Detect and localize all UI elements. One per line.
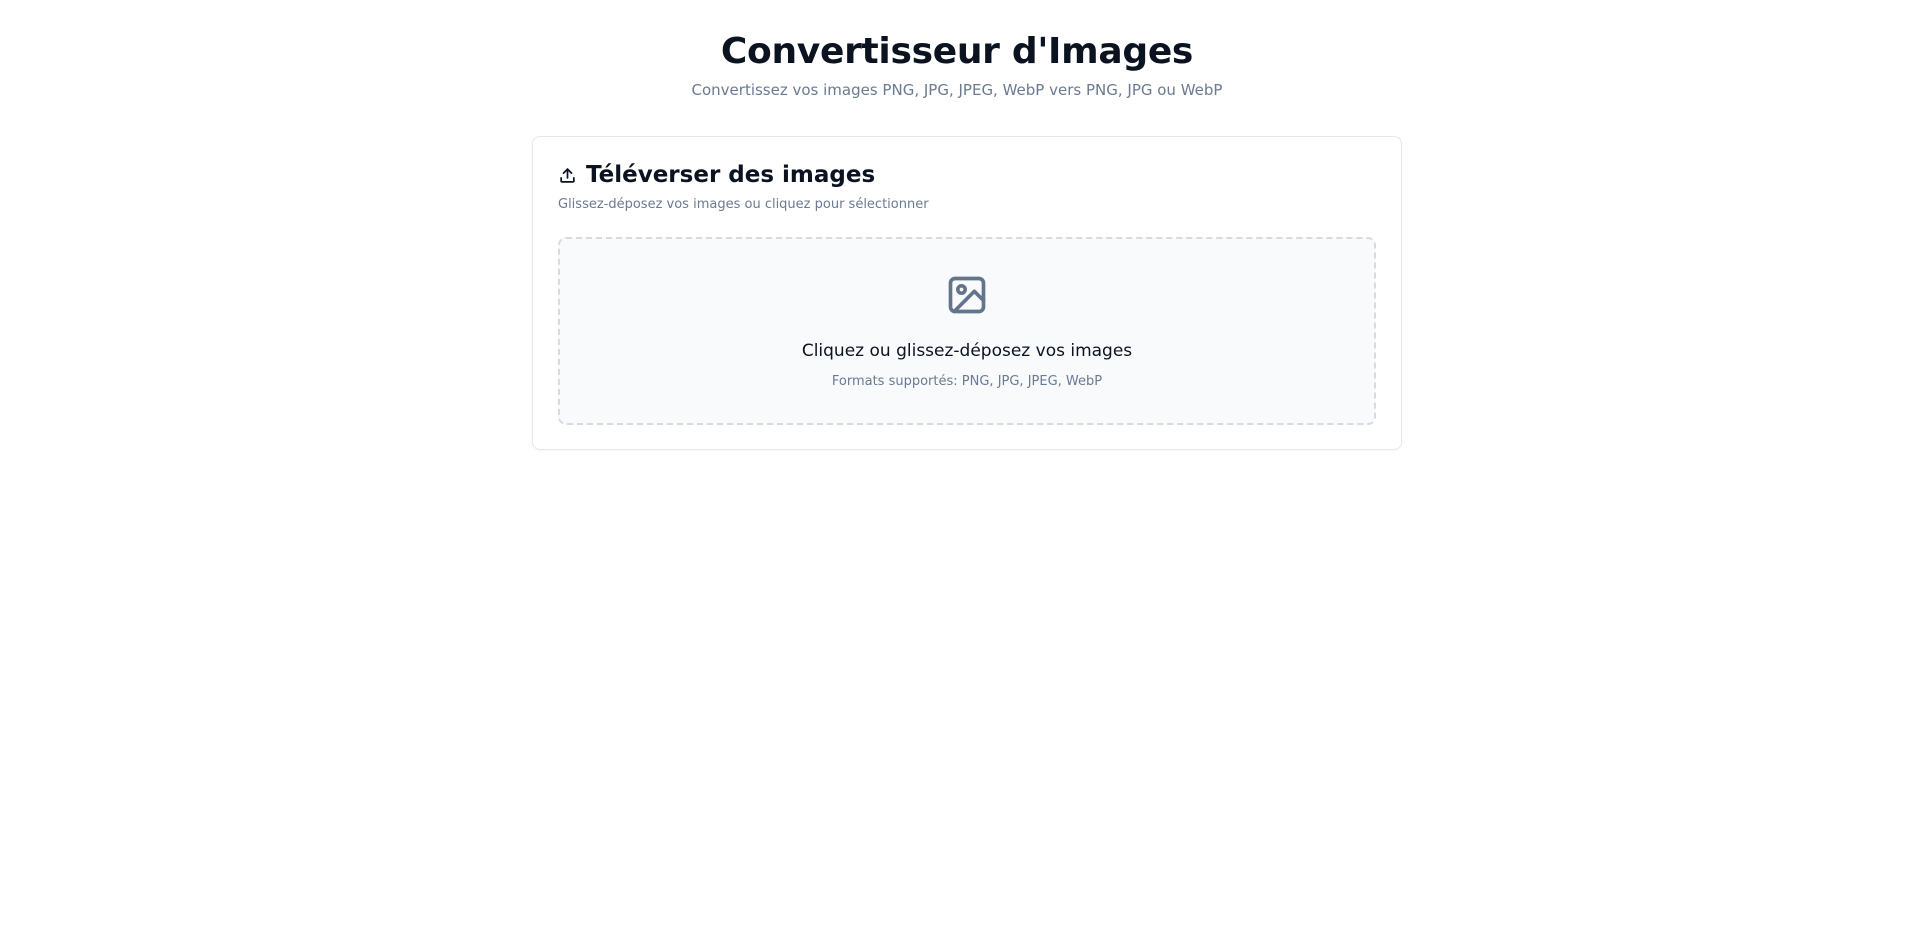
upload-card: Téléverser des images Glissez-déposez vo… [532,136,1402,450]
dropzone-title: Cliquez ou glissez-déposez vos images [801,341,1133,361]
upload-card-description: Glissez-déposez vos images ou cliquez po… [558,197,929,212]
page-subtitle: Convertissez vos images PNG, JPG, JPEG, … [691,81,1223,99]
upload-card-title-row: Téléverser des images [558,159,1376,191]
image-icon [945,273,989,317]
page: Convertisseur d'Images Convertissez vos … [0,0,1914,947]
upload-card-header: Téléverser des images Glissez-déposez vo… [558,159,1376,214]
upload-card-title: Téléverser des images [586,162,876,188]
dropzone-supported-formats: Formats supportés: PNG, JPG, JPEG, WebP [831,374,1103,389]
page-header: Convertisseur d'Images Convertissez vos … [0,0,1914,101]
upload-icon [558,166,577,185]
page-title: Convertisseur d'Images [720,31,1194,72]
image-dropzone[interactable]: Cliquez ou glissez-déposez vos images Fo… [558,237,1376,425]
